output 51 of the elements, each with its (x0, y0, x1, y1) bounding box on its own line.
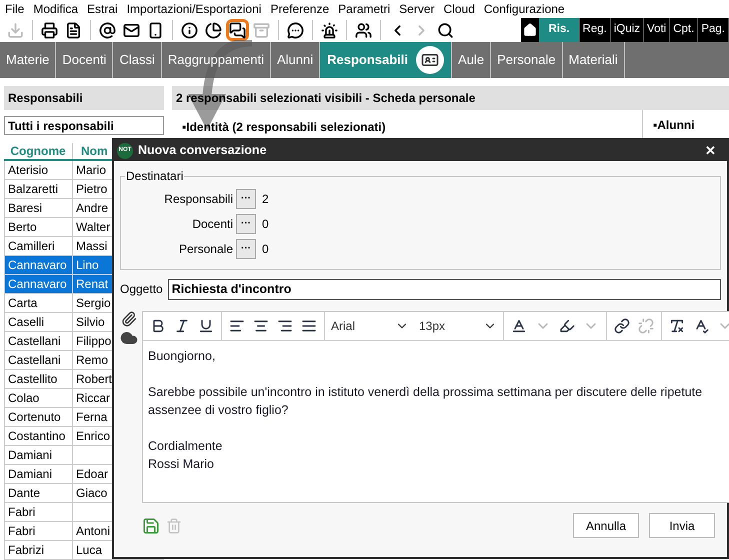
recipient-label: Docenti (191, 216, 233, 233)
section-title: ▪Alunni (653, 118, 695, 132)
table-cell-text: Giaco (76, 485, 108, 502)
table-cell-text: Mario (76, 162, 106, 179)
table-cell-text: Filippo (76, 333, 112, 350)
table-cell-text: Remo (76, 352, 108, 369)
table-cell-text: Renat (76, 276, 108, 293)
table-cell-text: Castellani (8, 352, 61, 369)
dialog-title: Nuova conversazione (138, 142, 267, 160)
table-cell-text: Ferna (76, 409, 108, 426)
table-cell-text: Riccar (76, 390, 110, 407)
table-cell-text: Antoni (76, 523, 110, 540)
table-cell-text: Castellani (8, 333, 61, 350)
table-cell-text: Pietro (76, 181, 108, 198)
recipient-count: 0 (262, 216, 269, 233)
table-cell-text: Dante (8, 485, 40, 502)
recipient-label: Personale (178, 241, 233, 258)
table-cell-text: Aterisio (8, 162, 48, 179)
table-cell-text: Silvio (76, 314, 105, 331)
section-title: ▪Identità (2 responsabili selezionati) (182, 120, 386, 134)
recipient-count: 0 (262, 241, 269, 258)
table-cell-text: Fabrizi (8, 542, 44, 559)
panel-header: Responsabili (4, 86, 164, 110)
table-cell-text: Luca (76, 542, 102, 559)
table-cell-text: Colao (8, 390, 40, 407)
table-cell-text: Camilleri (8, 238, 55, 255)
table-cell-text: Cannavaro (8, 257, 67, 274)
table-cell-text: Damiani (8, 466, 52, 483)
table-cell-text: Lino (76, 257, 99, 274)
table-cell-text: Berto (8, 219, 37, 236)
table-cell-text: Castellito (8, 371, 58, 388)
table-cell-text: Robert (76, 371, 112, 388)
table-cell-text: Sergio (76, 295, 111, 312)
table-cell-text: Enrico (76, 428, 110, 445)
recipient-count: 2 (262, 191, 269, 208)
table-cell-text: Edoar (76, 466, 108, 483)
table-cell-text: Damiani (8, 447, 52, 464)
table-cell-text: Andre (76, 200, 108, 217)
table-cell-text: Balzaretti (8, 181, 58, 198)
table-cell-text: Walter (76, 219, 110, 236)
table-cell-text: Baresi (8, 200, 42, 217)
table-cell-text: Cortenuto (8, 409, 61, 426)
panel-header: 2 responsabili selezionati visibili - Scheda personale (172, 86, 729, 110)
table-cell-text: Carta (8, 295, 38, 312)
table-cell-text: Fabri (8, 504, 36, 521)
recipient-label: Responsabili (163, 191, 233, 208)
table-cell-text: Massi (76, 238, 108, 255)
table-cell-text: Fabri (8, 523, 36, 540)
table-cell-text: Costantino (8, 428, 66, 445)
table-cell-text: Caselli (8, 314, 44, 331)
table-cell-text: Cannavaro (8, 276, 67, 293)
